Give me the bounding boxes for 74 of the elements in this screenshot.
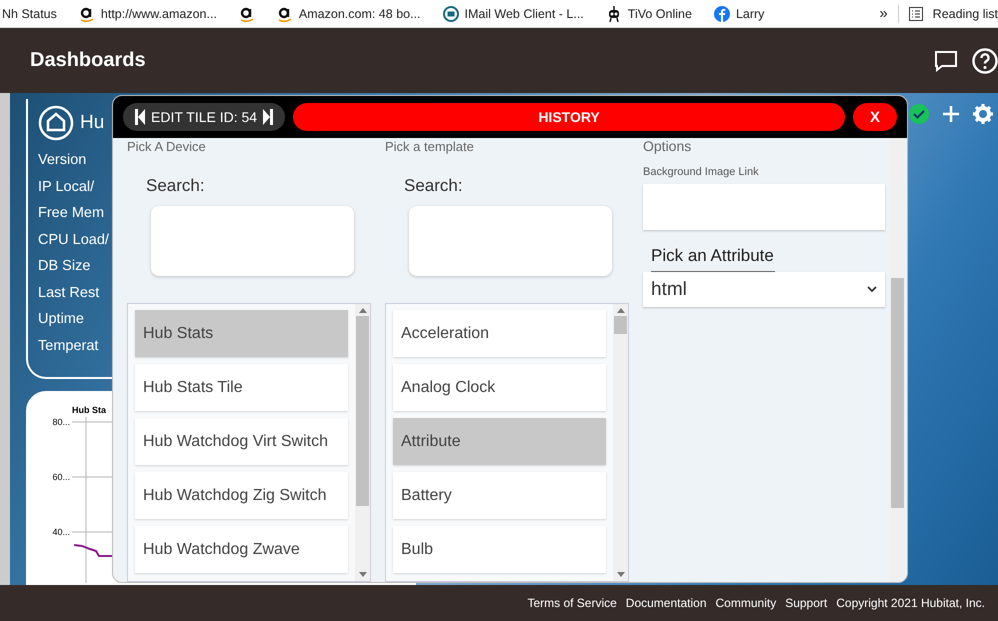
- stat-label: DB Size: [38, 257, 90, 276]
- input-field[interactable]: [643, 184, 885, 230]
- stat-label: Last Rest: [38, 284, 100, 302]
- page-title: Dashboards: [30, 49, 146, 72]
- settings-icon[interactable]: [972, 103, 994, 125]
- scroll-thumb[interactable]: [356, 316, 369, 506]
- attribute-dropdown[interactable]: html: [643, 272, 885, 307]
- stat-label: Uptime: [38, 310, 84, 329]
- page-scrollbar[interactable]: [0, 93, 10, 585]
- stat-label: Version: [38, 151, 86, 170]
- scrollbar[interactable]: [355, 304, 370, 581]
- axis-label: 80...: [52, 417, 70, 427]
- column-label: Pick A Device: [127, 139, 206, 154]
- search-field[interactable]: [151, 206, 354, 276]
- scroll-thumb[interactable]: [614, 316, 627, 334]
- list-item[interactable]: Hub Stats: [135, 310, 348, 357]
- help-icon[interactable]: [972, 48, 998, 74]
- chevron-down-icon: [867, 286, 877, 293]
- footer-link[interactable]: Community: [716, 596, 776, 610]
- previous-icon[interactable]: [135, 109, 145, 125]
- axis-label: 60...: [52, 472, 70, 482]
- bookmark[interactable]: Larry: [714, 6, 764, 22]
- scroll-down-icon[interactable]: [358, 572, 366, 577]
- list-item[interactable]: Bulb: [393, 526, 606, 573]
- list-item[interactable]: Analog Clock: [393, 364, 606, 411]
- list-icon: [908, 6, 923, 20]
- bookmark[interactable]: http://www.amazon...: [78, 4, 217, 22]
- bookmark[interactable]: IMail Web Client - L...: [442, 6, 584, 22]
- plus-icon[interactable]: [942, 105, 960, 123]
- scroll-thumb[interactable]: [891, 278, 904, 508]
- bookmark[interactable]: Nh Status: [2, 6, 57, 20]
- footer-link[interactable]: Terms of Service: [527, 596, 617, 610]
- column-label: Pick a template: [385, 139, 474, 154]
- search-label: Search:: [404, 176, 463, 196]
- stat-label: CPU Load/: [38, 230, 109, 250]
- tile-title: Hu: [80, 112, 104, 134]
- search-label: Search:: [146, 176, 205, 196]
- letter-f-circle-icon: [714, 6, 730, 22]
- field-label: Background Image Link: [643, 166, 759, 178]
- chart-title: Hub Sta: [72, 405, 108, 417]
- scroll-up-icon[interactable]: [358, 308, 366, 313]
- stat-label: Free Mem: [38, 204, 104, 223]
- stat-label: IP Local/: [38, 178, 94, 196]
- tile-id-navigator[interactable]: EDIT TILE ID: 54: [123, 103, 286, 131]
- bookmark[interactable]: Amazon.com: 48 bo...: [276, 4, 421, 22]
- chat-icon[interactable]: [934, 50, 958, 72]
- check-circle-icon[interactable]: [908, 103, 930, 125]
- list-item[interactable]: Attribute: [393, 418, 606, 465]
- list-item[interactable]: Hub Stats Tile: [135, 364, 348, 411]
- stat-label: Temperat: [38, 336, 98, 356]
- list-item[interactable]: Hub Watchdog Zig Switch: [135, 472, 348, 519]
- home-icon: [38, 105, 74, 141]
- next-icon[interactable]: [263, 109, 274, 125]
- list-item[interactable]: Battery: [393, 472, 606, 519]
- line-series: [74, 544, 113, 557]
- more-bookmarks-button[interactable]: »: [879, 5, 888, 22]
- options-label: Options: [643, 138, 692, 154]
- scroll-down-icon[interactable]: [616, 572, 624, 577]
- bookmark[interactable]: TiVo Online: [606, 4, 692, 22]
- envelope-circle-icon: [442, 6, 459, 22]
- close-button[interactable]: X: [853, 103, 897, 131]
- scroll-up-icon[interactable]: [616, 308, 624, 313]
- reading-list-button[interactable]: Reading list: [908, 6, 998, 20]
- footer-link[interactable]: Support: [785, 596, 828, 610]
- axis-label: 40...: [52, 527, 70, 537]
- scrollbar[interactable]: [613, 304, 628, 581]
- list-item[interactable]: Hub Watchdog Zwave: [135, 526, 348, 573]
- list-item[interactable]: Acceleration: [393, 310, 606, 357]
- scrollbar[interactable]: [890, 138, 905, 582]
- copyright-text: Copyright 2021 Hubitat, Inc.: [836, 596, 985, 610]
- history-button[interactable]: HISTORY: [293, 103, 845, 131]
- footer-link[interactable]: Documentation: [626, 596, 707, 610]
- search-field[interactable]: [409, 206, 612, 276]
- list-item[interactable]: Hub Watchdog Virt Switch: [135, 418, 348, 465]
